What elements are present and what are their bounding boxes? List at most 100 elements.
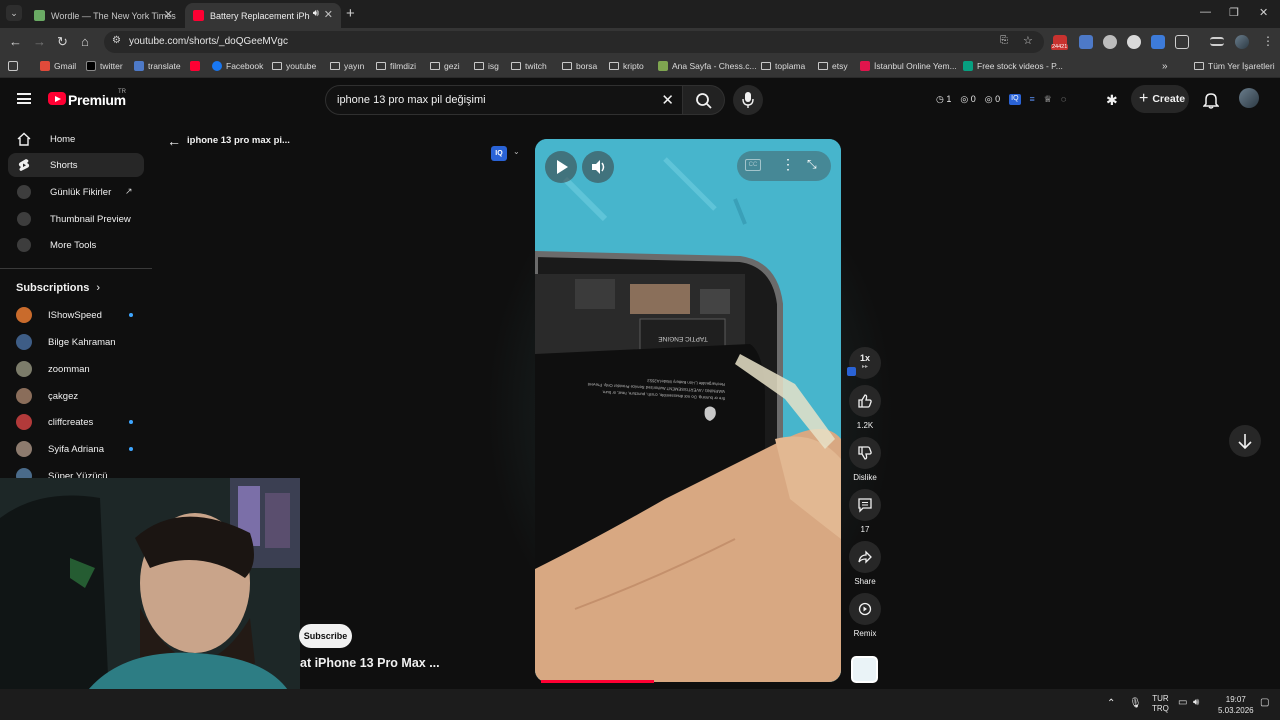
back-to-search-label[interactable]: iphone 13 pro max pi... [187, 135, 290, 146]
notifications-bell-icon[interactable] [1203, 91, 1219, 109]
account-avatar[interactable] [1239, 88, 1259, 108]
chevron-up-icon[interactable]: ⌃ [1107, 698, 1115, 709]
subscriptions-heading[interactable]: Subscriptions › [16, 282, 100, 294]
forward-icon[interactable]: → [33, 34, 46, 49]
home-icon[interactable]: ⌂ [81, 34, 89, 49]
menu-hamburger-icon[interactable] [17, 93, 31, 104]
close-window-icon[interactable]: ✕ [1259, 6, 1268, 19]
create-button[interactable]: + Create [1131, 85, 1189, 113]
bookmark-folder-youtube[interactable]: youtube [272, 61, 316, 71]
trophy-icon[interactable]: ♕ [1044, 94, 1052, 105]
site-info-icon[interactable]: ⚙︎ [112, 35, 121, 46]
close-tab-icon[interactable]: ✕ [164, 8, 173, 21]
chess-icon [658, 61, 668, 71]
youtube-logo-icon[interactable] [48, 92, 66, 105]
bookmark-folder-kripto[interactable]: kripto [609, 61, 644, 71]
bookmark-folder-isg[interactable]: isg [474, 61, 499, 71]
bookmark-folder-gezi[interactable]: gezi [430, 61, 460, 71]
bookmark-folder-toplama[interactable]: toplama [761, 61, 805, 71]
volume-button[interactable] [582, 151, 614, 183]
search-button[interactable] [683, 85, 725, 115]
comments-button[interactable] [849, 489, 881, 521]
share-button[interactable] [849, 541, 881, 573]
input-language[interactable]: TUR TRQ [1152, 694, 1169, 714]
bookmark-folder-borsa[interactable]: borsa [562, 61, 597, 71]
list-extension-icon[interactable]: ≡ [1030, 94, 1035, 105]
bookmark-folder-yayin[interactable]: yayın [330, 61, 364, 71]
back-icon[interactable]: ← [9, 34, 22, 49]
notifications-tray-icon[interactable]: ▢ [1260, 697, 1269, 708]
dislike-button[interactable] [849, 437, 881, 469]
more-options-icon[interactable]: ⋮ [781, 156, 795, 173]
reload-icon[interactable]: ↻ [57, 34, 68, 50]
translate-extension-icon[interactable] [1079, 35, 1093, 49]
bookmark-chess[interactable]: Ana Sayfa - Chess.c... [658, 61, 757, 71]
chat-icon[interactable]: ◌ [1061, 94, 1066, 105]
sidebar-item-thumbnail-preview[interactable]: Thumbnail Preview [8, 207, 144, 231]
extension-blue-icon[interactable] [1151, 35, 1165, 49]
tab-wordle[interactable]: Wordle — The New York Times ✕ [26, 3, 181, 28]
close-tab-icon[interactable]: ✕ [324, 8, 333, 21]
sidebar-item-shorts[interactable]: Shorts [8, 153, 144, 177]
all-bookmarks[interactable]: Tüm Yer İşaretleri [1194, 61, 1275, 71]
bookmark-folder-etsy[interactable]: etsy [818, 61, 848, 71]
minimize-icon[interactable]: — [1200, 6, 1211, 18]
extensions-puzzle-icon[interactable] [1175, 35, 1189, 49]
region-code: TR [118, 89, 126, 95]
more-bookmarks-chevron-icon[interactable]: » [1162, 61, 1168, 72]
tab-search-button[interactable]: ⌄ [6, 5, 22, 21]
clear-search-icon[interactable]: ✕ [661, 91, 674, 109]
bookmark-folder-filmdizi[interactable]: filmdizi [376, 61, 416, 71]
browser-menu-icon[interactable]: ⋮ [1262, 34, 1274, 48]
like-button[interactable] [849, 385, 881, 417]
captions-icon[interactable]: CC [745, 159, 761, 171]
voice-search-button[interactable] [733, 85, 763, 115]
iq-extension-icon[interactable]: IQ [1009, 94, 1021, 105]
sidebar-item-home[interactable]: Home [8, 127, 144, 151]
bookmark-yemeksepeti[interactable]: İstanbul Online Yem... [860, 61, 957, 71]
apps-grid-icon[interactable] [8, 61, 18, 71]
speaker-icon[interactable]: 🔊︎ [1193, 697, 1199, 708]
folder-icon [474, 62, 484, 70]
back-arrow-icon[interactable]: ← [167, 133, 181, 149]
network-icon[interactable]: ▭ [1178, 697, 1187, 708]
shorts-icon [18, 159, 30, 171]
tab-battery-replacement[interactable]: Battery Replacement iPhone 🔊︎ ✕ [185, 3, 341, 28]
bookmark-star-icon[interactable]: ☆ [1023, 34, 1033, 47]
facebook-icon [212, 61, 222, 71]
extension-gray-icon[interactable] [1103, 35, 1117, 49]
sidebar-item-more-tools[interactable]: More Tools [8, 233, 144, 257]
bookmark-youtube-icon[interactable] [190, 61, 204, 71]
clock[interactable]: 19:07 5.03.2026 [1218, 694, 1254, 716]
microphone-tray-icon[interactable]: 🎙︎ [1129, 698, 1142, 709]
new-tab-button[interactable]: + [346, 5, 355, 22]
sound-thumbnail[interactable] [851, 656, 878, 683]
install-app-icon[interactable]: ⎘ [1000, 35, 1008, 46]
bookmark-pexels[interactable]: Free stock videos - P... [963, 61, 1063, 71]
short-title[interactable]: at iPhone 13 Pro Max ... [300, 656, 440, 670]
bookmark-facebook[interactable]: Facebook [212, 61, 263, 71]
video-progress-bar[interactable] [541, 680, 654, 683]
media-controls-icon[interactable] [1210, 37, 1224, 46]
bookmark-translate[interactable]: translate [134, 61, 181, 71]
comment-icon [858, 498, 872, 513]
bookmark-gmail[interactable]: Gmail [40, 61, 76, 71]
address-bar[interactable]: ⚙︎ youtube.com/shorts/_doQGeeMVgc ⎘ ☆ [104, 31, 1044, 53]
shorts-video-player[interactable]: TAPTIC ENGINE Rechargeable Li-ion Batter… [535, 139, 841, 682]
bookmark-folder-twitch[interactable]: twitch [511, 61, 547, 71]
gemini-sparkle-icon[interactable]: ✱ [1106, 92, 1118, 109]
search-input[interactable]: iphone 13 pro max pil değişimi ✕ [325, 85, 683, 115]
bookmark-twitter[interactable]: twitter [86, 61, 123, 71]
extension-icon [17, 185, 31, 199]
profile-avatar-icon[interactable] [1235, 35, 1249, 49]
audio-playing-icon[interactable]: 🔊︎ [313, 8, 319, 19]
restore-icon[interactable]: ❐ [1229, 6, 1239, 19]
remix-button[interactable] [849, 593, 881, 625]
fullscreen-icon[interactable]: ⤡ [807, 157, 817, 172]
next-short-button[interactable] [1229, 425, 1261, 457]
subscribe-button[interactable]: Subscribe [299, 624, 352, 648]
sidebar-item-gunluk-fikirler[interactable]: Günlük Fikirler ↗ [8, 180, 144, 204]
x-icon [86, 61, 96, 71]
extension-mask-icon[interactable] [1127, 35, 1141, 49]
play-button[interactable] [545, 151, 577, 183]
